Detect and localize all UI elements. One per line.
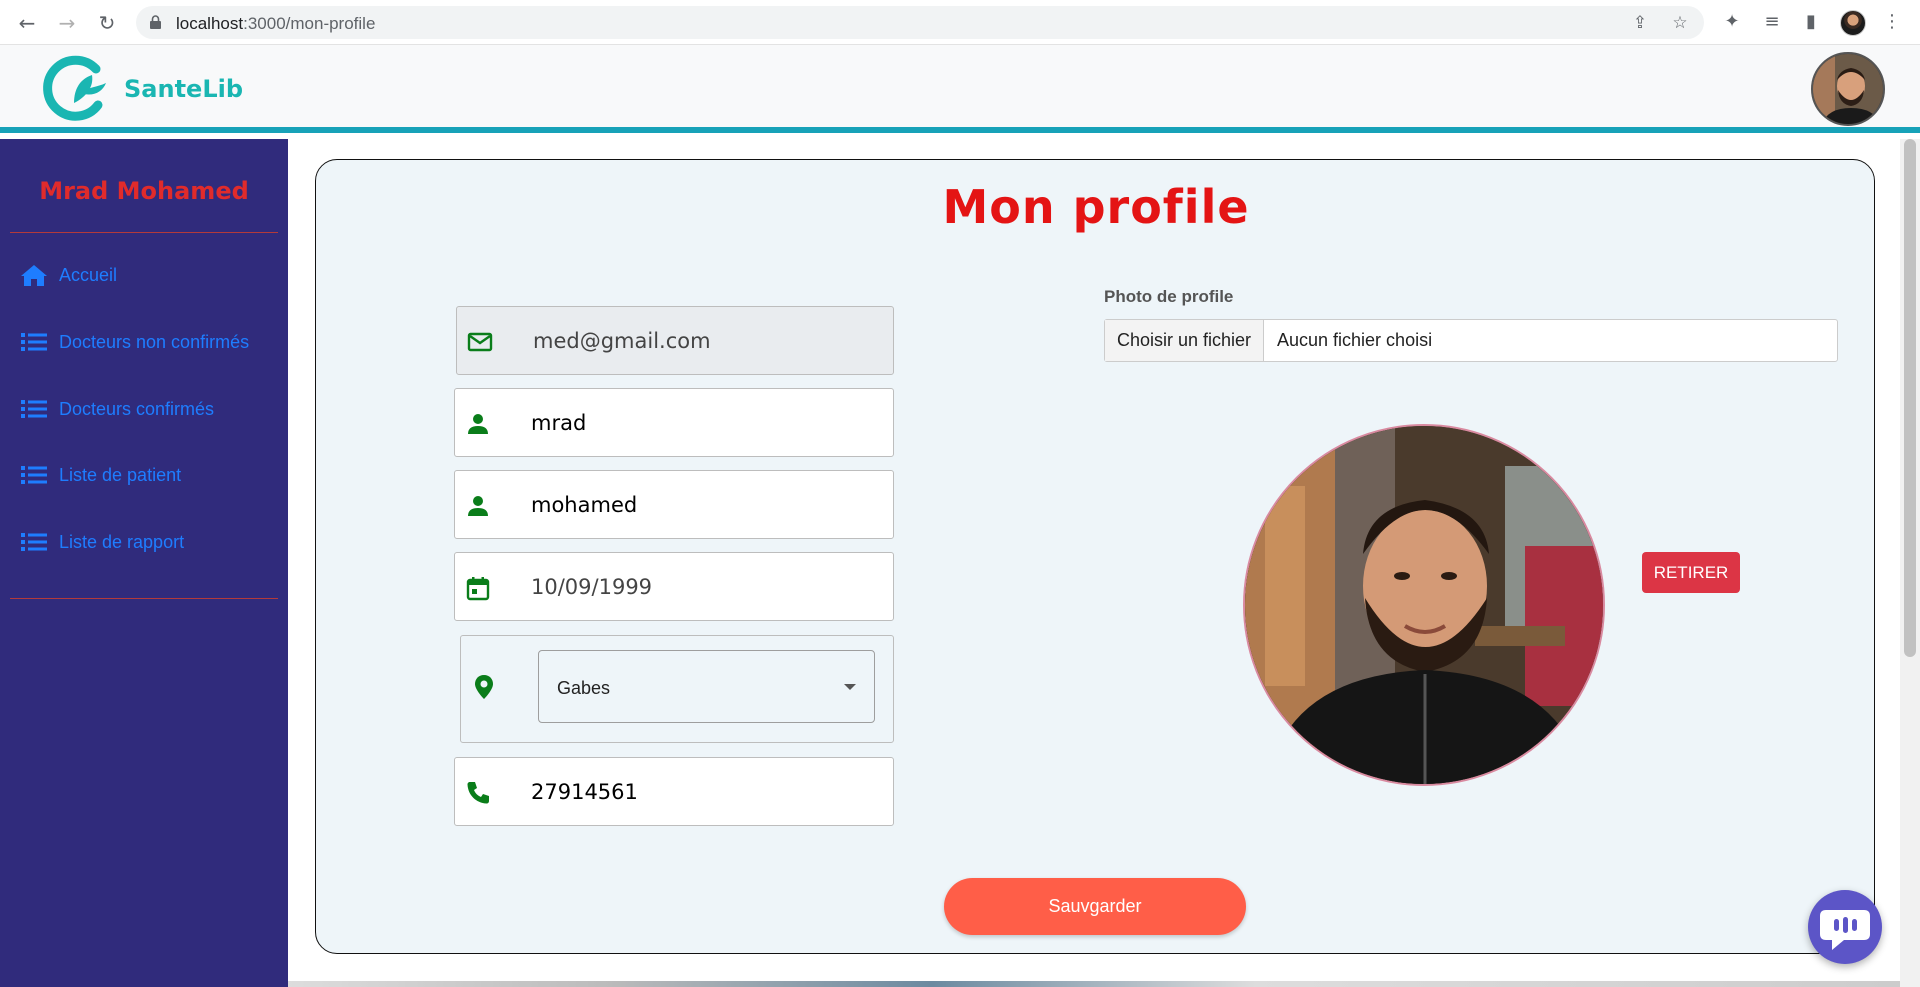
email-field[interactable]: med@gmail.com	[456, 306, 894, 375]
location-pin-icon	[475, 675, 493, 699]
birth-date-field[interactable]: 10/09/1999	[454, 552, 894, 621]
scrollbar-thumb[interactable]	[1904, 139, 1916, 657]
sidebar-item-accueil[interactable]: Accueil	[20, 260, 117, 290]
brand-name: SanteLib	[124, 75, 244, 103]
sidebar-item-liste-patient[interactable]: Liste de patient	[20, 460, 181, 490]
calendar-icon	[466, 577, 490, 601]
sidebar: Mrad Mohamed Accueil Docteurs non confir…	[0, 139, 288, 987]
user-avatar[interactable]	[1811, 52, 1885, 126]
side-panel-icon[interactable]: ▮	[1799, 10, 1823, 34]
save-button[interactable]: Sauvgarder	[944, 878, 1246, 935]
extensions-icon[interactable]: ✦	[1720, 10, 1744, 34]
browser-menu-icon[interactable]: ⋮	[1880, 10, 1904, 34]
photo-label: Photo de profile	[1104, 287, 1234, 306]
sidebar-item-label: Docteurs confirmés	[59, 398, 215, 419]
reload-icon[interactable]: ↻	[94, 10, 120, 36]
page-scrollbar[interactable]	[1900, 139, 1920, 987]
page-title: Mon profile	[942, 180, 1250, 234]
reading-list-icon[interactable]: ≡	[1760, 10, 1784, 34]
bookmark-star-icon[interactable]: ☆	[1670, 13, 1690, 33]
email-value: med@gmail.com	[533, 329, 711, 353]
city-select[interactable]: Gabes	[538, 650, 875, 723]
dropdown-arrow-icon	[844, 684, 856, 690]
sidebar-item-liste-rapport[interactable]: Liste de rapport	[20, 527, 184, 557]
last-name-value: mrad	[531, 411, 587, 435]
browser-toolbar: ← → ↻ localhost:3000/mon-profile ⇪ ☆ ✦ ≡…	[0, 0, 1920, 45]
choose-file-button[interactable]: Choisir un fichier	[1105, 320, 1264, 361]
list-icon	[20, 330, 48, 354]
back-icon[interactable]: ←	[14, 10, 40, 36]
profile-card: Mon profile med@gmail.com mrad mohamed 1…	[315, 159, 1875, 954]
sidebar-item-label: Liste de patient	[59, 464, 182, 485]
envelope-icon	[467, 332, 493, 352]
sidebar-divider	[10, 598, 278, 599]
santelib-logo-icon[interactable]	[40, 53, 112, 125]
forward-icon[interactable]: →	[54, 10, 80, 36]
profile-photo	[1243, 424, 1605, 786]
photo-file-input[interactable]: Choisir un fichier Aucun fichier choisi	[1104, 319, 1838, 362]
file-status: Aucun fichier choisi	[1277, 330, 1433, 350]
sidebar-item-label: Accueil	[59, 264, 118, 285]
list-icon	[20, 397, 48, 421]
first-name-field[interactable]: mohamed	[454, 470, 894, 539]
browser-profile-avatar[interactable]	[1840, 10, 1866, 36]
phone-field[interactable]: 27914561	[454, 757, 894, 826]
list-icon	[20, 463, 48, 487]
person-icon	[468, 496, 488, 516]
app-header: SanteLib	[0, 45, 1920, 133]
remove-photo-button[interactable]: RETIRER	[1642, 552, 1740, 593]
location-field: Gabes	[460, 635, 894, 743]
sidebar-item-label: Liste de rapport	[59, 531, 185, 552]
share-icon[interactable]: ⇪	[1630, 13, 1650, 33]
person-icon	[468, 414, 488, 434]
sidebar-user-name: Mrad Mohamed	[39, 177, 249, 205]
home-icon	[20, 263, 48, 287]
list-icon	[20, 530, 48, 554]
sidebar-divider	[10, 232, 278, 233]
sidebar-item-docteurs-non-confirmes[interactable]: Docteurs non confirmés	[20, 327, 249, 357]
phone-icon	[467, 782, 489, 804]
chat-icon	[1820, 910, 1870, 950]
last-name-field[interactable]: mrad	[454, 388, 894, 457]
avatar-photo	[1813, 54, 1883, 124]
url-text: localhost:3000/mon-profile	[176, 14, 376, 33]
address-bar[interactable]: localhost:3000/mon-profile ⇪ ☆	[136, 6, 1704, 39]
city-select-value: Gabes	[557, 678, 611, 698]
birth-date-value: 10/09/1999	[531, 575, 653, 599]
bottom-strip	[288, 981, 1900, 987]
sidebar-item-docteurs-confirmes[interactable]: Docteurs confirmés	[20, 394, 214, 424]
profile-photo-image	[1245, 426, 1603, 784]
chat-widget-button[interactable]	[1808, 890, 1882, 964]
phone-value: 27914561	[531, 780, 638, 804]
first-name-value: mohamed	[531, 493, 638, 517]
lock-icon	[150, 15, 161, 29]
sidebar-item-label: Docteurs non confirmés	[59, 331, 250, 352]
